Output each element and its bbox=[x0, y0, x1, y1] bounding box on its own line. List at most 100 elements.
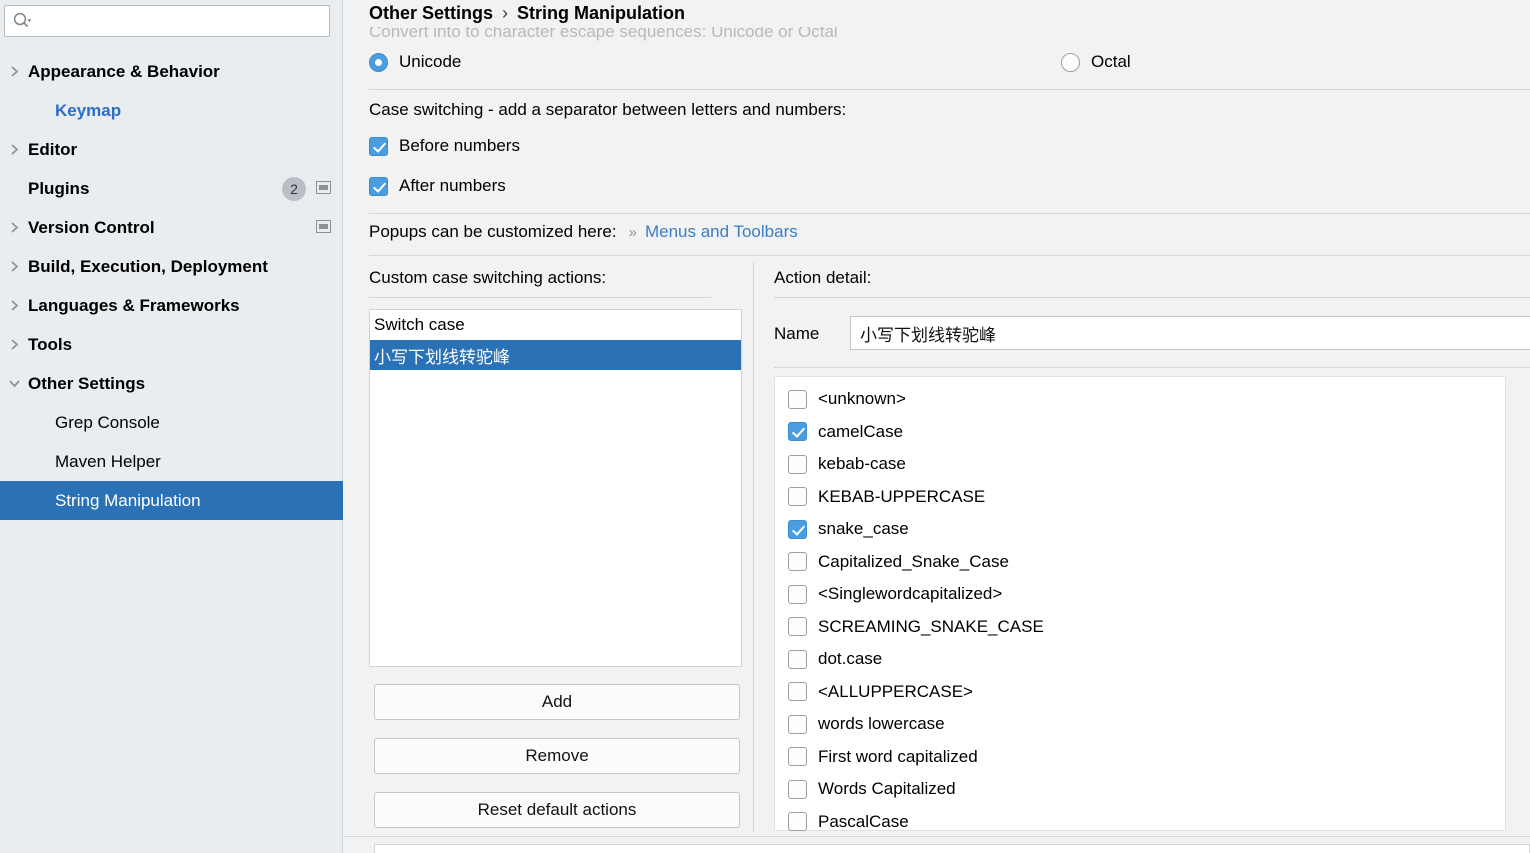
sidebar-item-label: Editor bbox=[28, 139, 78, 159]
chevron-right-icon[interactable] bbox=[0, 299, 28, 312]
sidebar-item-string-manipulation[interactable]: String Manipulation bbox=[0, 481, 343, 520]
divider bbox=[774, 367, 1530, 368]
sidebar-item-other-settings[interactable]: Other Settings bbox=[0, 364, 343, 403]
sidebar-item-label: Keymap bbox=[55, 100, 122, 120]
case-option-snake-case[interactable]: snake_case bbox=[775, 513, 1505, 546]
checkbox-indicator-icon[interactable] bbox=[788, 779, 807, 799]
search-icon bbox=[5, 11, 32, 31]
sidebar-item-label: Maven Helper bbox=[55, 451, 161, 471]
case-option-words-capitalized[interactable]: Words Capitalized bbox=[775, 773, 1505, 806]
popups-hint-row: Popups can be customized here: » Menus a… bbox=[369, 222, 798, 242]
case-option-capitalized-snake-case[interactable]: Capitalized_Snake_Case bbox=[775, 546, 1505, 579]
sidebar-item-editor[interactable]: Editor bbox=[0, 130, 343, 169]
radio-unicode[interactable]: Unicode bbox=[369, 52, 461, 72]
chevron-down-icon[interactable] bbox=[0, 378, 28, 389]
checkbox-indicator-icon[interactable] bbox=[788, 714, 807, 734]
chevron-right-icon[interactable] bbox=[0, 338, 28, 351]
sidebar-item-label: Plugins bbox=[28, 178, 90, 198]
sidebar-item-version-control[interactable]: Version Control bbox=[0, 208, 343, 247]
checkbox-indicator-icon[interactable] bbox=[369, 136, 388, 156]
popups-hint-text: Popups can be customized here: bbox=[369, 222, 617, 241]
case-option-words-lowercase[interactable]: words lowercase bbox=[775, 708, 1505, 741]
case-option-first-word-capitalized[interactable]: First word capitalized bbox=[775, 741, 1505, 774]
divider bbox=[344, 836, 1530, 837]
case-option-alluppercase[interactable]: <ALLUPPERCASE> bbox=[775, 676, 1505, 709]
radio-indicator-icon[interactable] bbox=[1061, 52, 1080, 72]
divider bbox=[369, 255, 1530, 256]
settings-main-panel: Convert into to character escape sequenc… bbox=[344, 0, 1530, 853]
checkbox-indicator-icon[interactable] bbox=[788, 617, 807, 637]
chevron-right-icon[interactable] bbox=[0, 260, 28, 273]
double-chevron-icon: » bbox=[628, 224, 637, 241]
sidebar-item-plugins[interactable]: Plugins 2 bbox=[0, 169, 343, 208]
case-option-label: Capitalized_Snake_Case bbox=[818, 551, 1009, 571]
case-option-kebab-case[interactable]: kebab-case bbox=[775, 448, 1505, 481]
list-item[interactable]: Switch case bbox=[370, 310, 741, 340]
checkbox-indicator-icon[interactable] bbox=[788, 454, 807, 474]
checkbox-indicator-icon[interactable] bbox=[788, 812, 807, 832]
case-option-dot-case[interactable]: dot.case bbox=[775, 643, 1505, 676]
sidebar-item-label: Grep Console bbox=[55, 412, 160, 432]
sidebar-item-label: Other Settings bbox=[28, 373, 146, 393]
checkbox-before-numbers[interactable]: Before numbers bbox=[369, 136, 520, 156]
sidebar-item-languages-frameworks[interactable]: Languages & Frameworks bbox=[0, 286, 343, 325]
checkbox-after-numbers-label: After numbers bbox=[399, 176, 506, 195]
divider bbox=[369, 297, 711, 298]
case-option-label: Words Capitalized bbox=[818, 779, 956, 799]
radio-unicode-label: Unicode bbox=[399, 52, 462, 71]
case-option-label: camelCase bbox=[818, 421, 904, 441]
case-option-kebab-uppercase[interactable]: KEBAB-UPPERCASE bbox=[775, 481, 1505, 514]
window-icon[interactable] bbox=[316, 218, 331, 238]
search-field[interactable] bbox=[4, 5, 330, 37]
chevron-right-icon[interactable] bbox=[0, 221, 28, 234]
case-option-label: First word capitalized bbox=[818, 746, 978, 766]
custom-actions-list[interactable]: Switch case 小写下划线转驼峰 bbox=[369, 309, 742, 667]
settings-tree: Appearance & Behavior Keymap Editor Plug… bbox=[0, 52, 343, 520]
breadcrumb: Other Settings › String Manipulation bbox=[344, 0, 1530, 27]
sidebar-item-tools[interactable]: Tools bbox=[0, 325, 343, 364]
sidebar-item-grep-console[interactable]: Grep Console bbox=[0, 403, 343, 442]
breadcrumb-separator-icon: › bbox=[502, 3, 509, 23]
checkbox-indicator-icon[interactable] bbox=[788, 682, 807, 702]
checkbox-indicator-icon[interactable] bbox=[788, 487, 807, 507]
chevron-right-icon[interactable] bbox=[0, 143, 28, 156]
checkbox-indicator-icon[interactable] bbox=[788, 552, 807, 572]
name-field[interactable] bbox=[850, 316, 1530, 350]
list-item-label: Switch case bbox=[374, 315, 465, 334]
case-option-unknown[interactable]: <unknown> bbox=[775, 383, 1505, 416]
search-input[interactable] bbox=[32, 7, 329, 35]
case-option-screaming-snake-case[interactable]: SCREAMING_SNAKE_CASE bbox=[775, 611, 1505, 644]
radio-indicator-icon[interactable] bbox=[369, 52, 388, 72]
checkbox-indicator-icon[interactable] bbox=[788, 584, 807, 604]
checkbox-indicator-icon[interactable] bbox=[788, 649, 807, 669]
list-item[interactable]: 小写下划线转驼峰 bbox=[370, 340, 741, 370]
case-option-label: KEBAB-UPPERCASE bbox=[818, 486, 986, 506]
checkbox-indicator-icon[interactable] bbox=[788, 422, 807, 442]
case-option-singlewordcapitalized[interactable]: <Singlewordcapitalized> bbox=[775, 578, 1505, 611]
window-icon[interactable] bbox=[316, 179, 331, 199]
menus-and-toolbars-link[interactable]: Menus and Toolbars bbox=[645, 222, 798, 242]
radio-octal[interactable]: Octal bbox=[1061, 52, 1131, 72]
remove-button[interactable]: Remove bbox=[374, 738, 740, 774]
checkbox-indicator-icon[interactable] bbox=[788, 389, 807, 409]
sidebar-item-label: String Manipulation bbox=[55, 490, 201, 510]
chevron-right-icon[interactable] bbox=[0, 65, 28, 78]
sidebar-item-appearance-behavior[interactable]: Appearance & Behavior bbox=[0, 52, 343, 91]
case-option-label: SCREAMING_SNAKE_CASE bbox=[818, 616, 1044, 636]
divider bbox=[774, 297, 1530, 298]
sidebar-item-label: Appearance & Behavior bbox=[28, 61, 220, 81]
add-button[interactable]: Add bbox=[374, 684, 740, 720]
sidebar-item-label: Version Control bbox=[28, 217, 155, 237]
checkbox-indicator-icon[interactable] bbox=[788, 519, 807, 539]
checkbox-after-numbers[interactable]: After numbers bbox=[369, 176, 506, 196]
reset-default-actions-button[interactable]: Reset default actions bbox=[374, 792, 740, 828]
sidebar-item-keymap[interactable]: Keymap bbox=[0, 91, 343, 130]
case-option-label: <ALLUPPERCASE> bbox=[818, 681, 973, 701]
checkbox-indicator-icon[interactable] bbox=[369, 176, 388, 196]
breadcrumb-parent[interactable]: Other Settings bbox=[369, 3, 493, 24]
case-option-camelcase[interactable]: camelCase bbox=[775, 416, 1505, 449]
sidebar-item-maven-helper[interactable]: Maven Helper bbox=[0, 442, 343, 481]
case-option-pascalcase[interactable]: PascalCase bbox=[775, 806, 1505, 839]
sidebar-item-build-execution-deployment[interactable]: Build, Execution, Deployment bbox=[0, 247, 343, 286]
checkbox-indicator-icon[interactable] bbox=[788, 747, 807, 767]
